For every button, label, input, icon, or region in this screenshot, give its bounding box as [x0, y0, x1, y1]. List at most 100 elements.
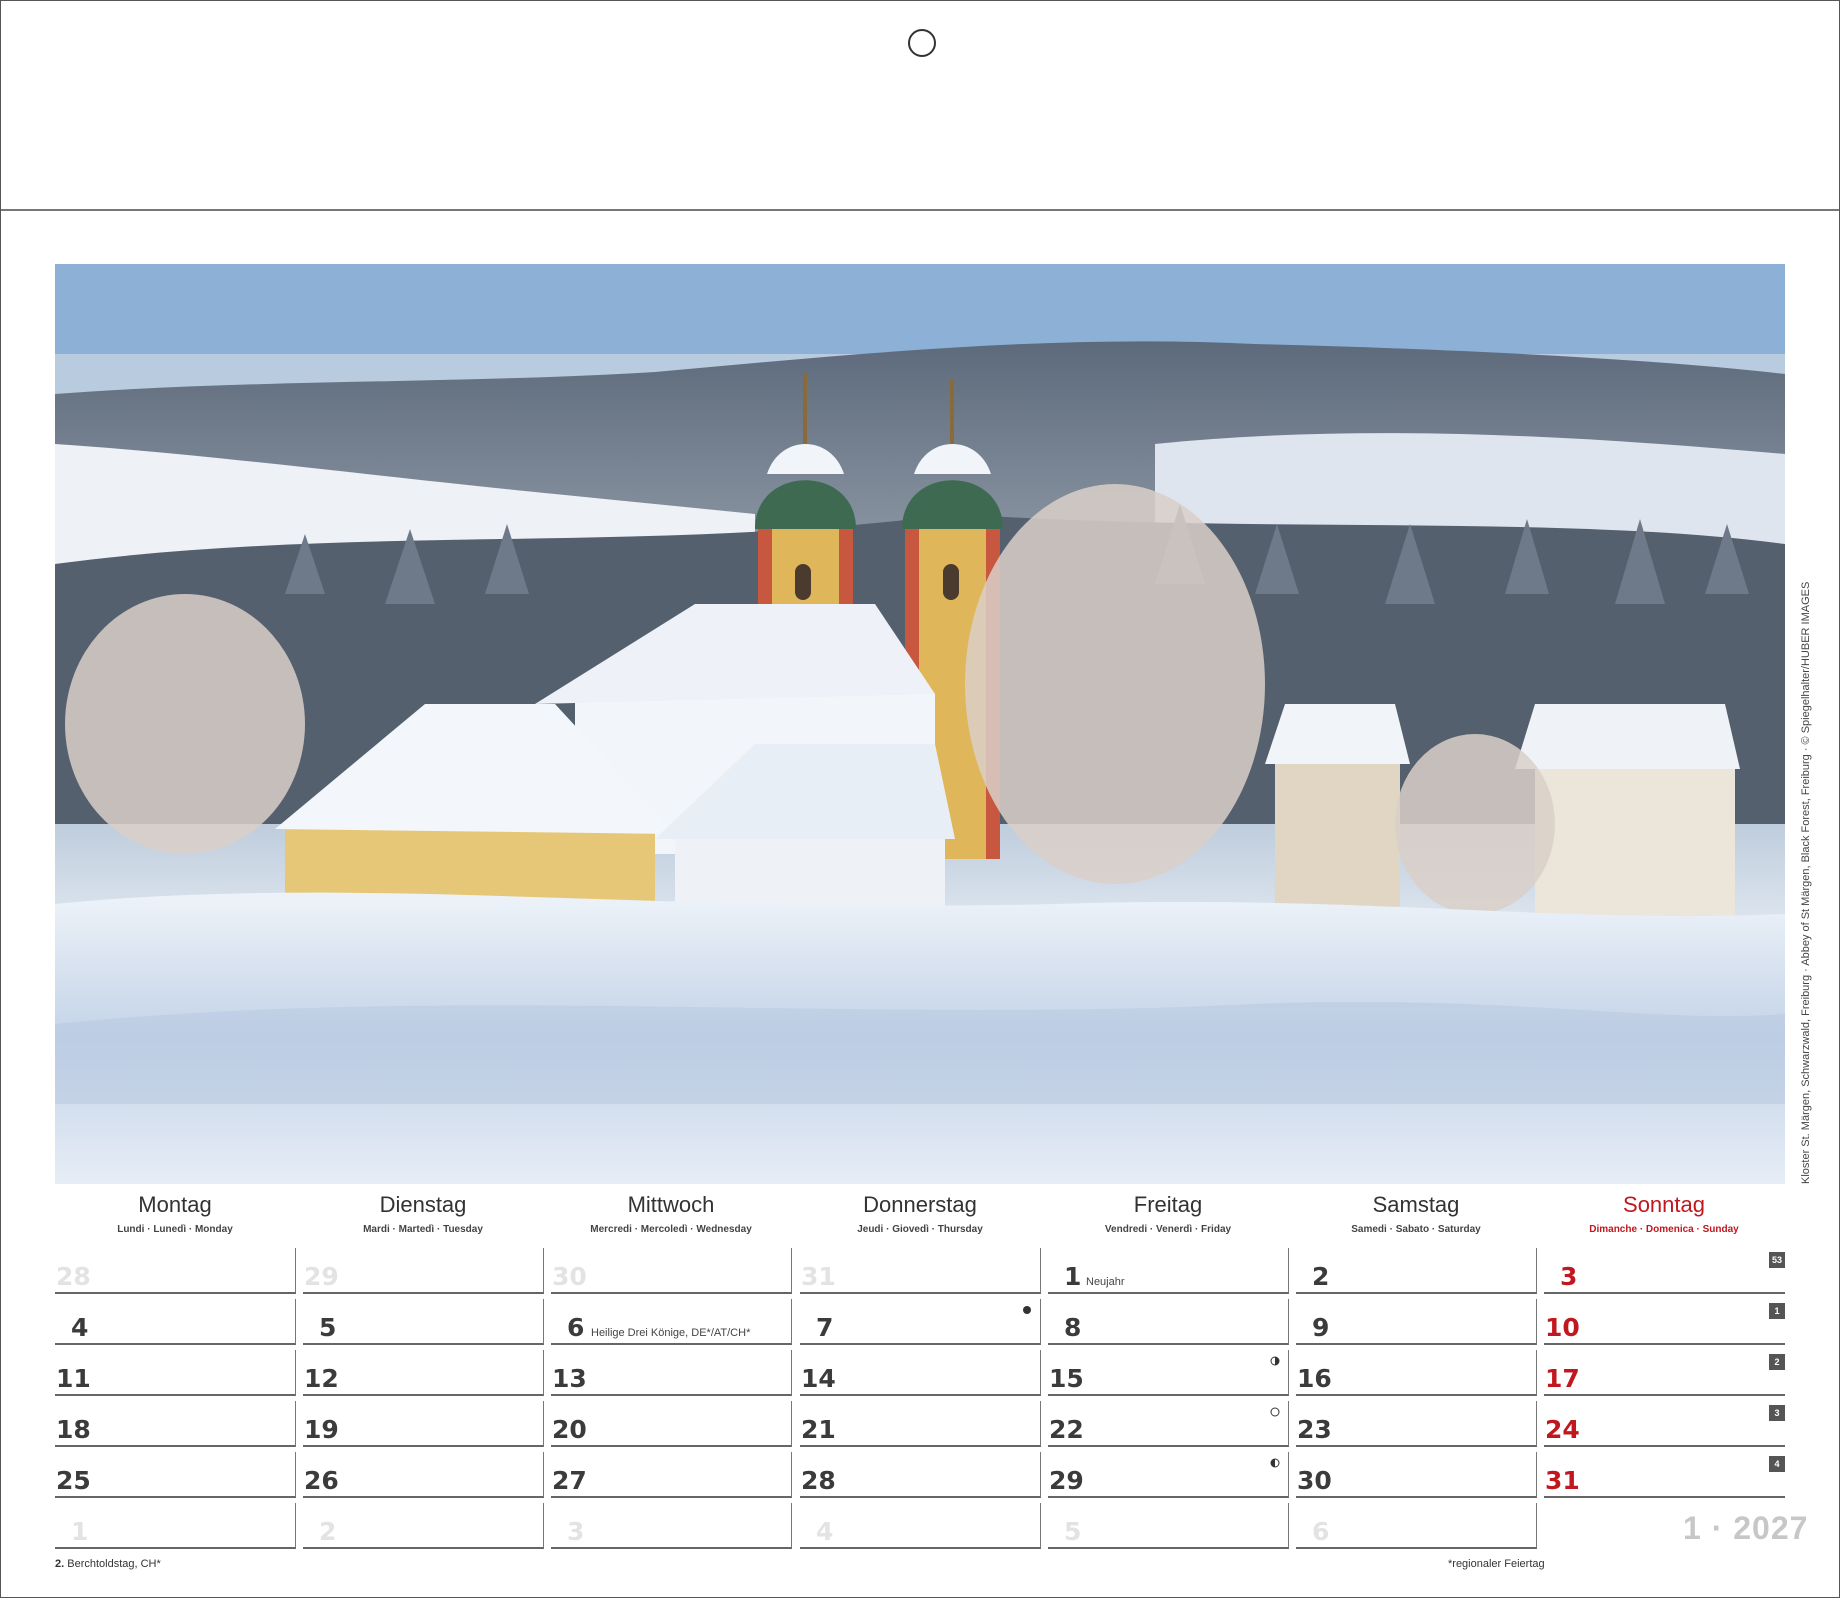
day-number: 2	[1312, 1262, 1330, 1291]
footnote-left: 2. Berchtoldstag, CH*	[55, 1558, 161, 1570]
footnote-right: *regionaler Feiertag	[1448, 1558, 1545, 1570]
day-number: 8	[1064, 1313, 1082, 1342]
weekday-name: Freitag	[1133, 1192, 1203, 1217]
day-cell: 29	[1048, 1452, 1289, 1498]
weekday-monday: Montag Lundi · Lunedì · Monday	[55, 1192, 295, 1235]
day-cell: 19	[303, 1401, 544, 1447]
weekday-translations: Dimanche · Domenica · Sunday	[1589, 1224, 1739, 1235]
day-cell: 4	[55, 1299, 296, 1345]
day-number: 12	[304, 1364, 339, 1393]
day-cell: 18	[55, 1401, 296, 1447]
landscape-photo	[55, 264, 1785, 1184]
day-number: 1	[1064, 1262, 1082, 1291]
weekday-translations: Jeudi · Giovedì · Thursday	[857, 1224, 983, 1235]
weekday-translations: Vendredi · Venerdì · Friday	[1104, 1224, 1232, 1235]
first-quarter-icon	[1270, 1356, 1280, 1366]
day-number: 4	[816, 1517, 834, 1546]
weekday-name: Mittwoch	[627, 1192, 715, 1217]
day-cell: 2	[1296, 1248, 1537, 1294]
holiday-note: Neujahr	[1086, 1276, 1125, 1288]
day-number: 18	[56, 1415, 91, 1444]
day-cell: 24 3	[1544, 1401, 1785, 1447]
day-number: 10	[1545, 1313, 1580, 1342]
day-cell: 25	[55, 1452, 296, 1498]
day-number: 30	[1297, 1466, 1332, 1495]
day-cell: 17 2	[1544, 1350, 1785, 1396]
day-number: 22	[1049, 1415, 1084, 1444]
day-cell: 9	[1296, 1299, 1537, 1345]
day-cell: 30	[1296, 1452, 1537, 1498]
day-cell: 6 Heilige Drei Könige, DE*/AT/CH*	[551, 1299, 792, 1345]
day-number: 2	[319, 1517, 337, 1546]
weekday-friday: Freitag Vendredi · Venerdì · Friday	[1048, 1192, 1288, 1235]
weekday-tuesday: Dienstag Mardi · Martedì · Tuesday	[303, 1192, 543, 1235]
day-number: 5	[319, 1313, 337, 1342]
day-number: 6	[1312, 1517, 1330, 1546]
day-number: 1	[71, 1517, 89, 1546]
day-cell: 14	[800, 1350, 1041, 1396]
month-year-label: 1 · 2027	[1683, 1510, 1809, 1546]
weekday-translations: Samedi · Sabato · Saturday	[1351, 1224, 1481, 1235]
day-cell: 20	[551, 1401, 792, 1447]
day-number: 28	[56, 1262, 91, 1291]
day-cell: 21	[800, 1401, 1041, 1447]
day-cell: 6	[1296, 1503, 1537, 1549]
weekday-name: Sonntag	[1623, 1192, 1705, 1217]
day-cell: 13	[551, 1350, 792, 1396]
day-cell: 7	[800, 1299, 1041, 1345]
day-number: 23	[1297, 1415, 1332, 1444]
weekday-translations: Mardi · Martedì · Tuesday	[363, 1224, 483, 1235]
week-number-badge: 4	[1769, 1456, 1785, 1472]
day-number: 31	[801, 1262, 836, 1291]
day-cell: 11	[55, 1350, 296, 1396]
last-quarter-icon	[1270, 1458, 1280, 1468]
hanging-hole	[908, 29, 936, 57]
day-cell: 31	[800, 1248, 1041, 1294]
week-number-badge: 1	[1769, 1303, 1785, 1319]
day-number: 29	[1049, 1466, 1084, 1495]
day-number: 24	[1545, 1415, 1580, 1444]
day-cell: 8	[1048, 1299, 1289, 1345]
day-cell: 5	[1048, 1503, 1289, 1549]
day-cell: 2	[303, 1503, 544, 1549]
footnote-date: 2.	[55, 1558, 65, 1570]
day-cell: 26	[303, 1452, 544, 1498]
day-cell: 5	[303, 1299, 544, 1345]
winter-abbey-illustration	[55, 264, 1785, 1184]
day-number: 5	[1064, 1517, 1082, 1546]
day-number: 14	[801, 1364, 836, 1393]
weekday-name: Montag	[138, 1192, 212, 1217]
week-number-badge: 2	[1769, 1354, 1785, 1370]
weekday-name: Dienstag	[379, 1192, 467, 1217]
weekday-name: Donnerstag	[863, 1192, 977, 1217]
day-cell: 29	[303, 1248, 544, 1294]
day-number: 17	[1545, 1364, 1580, 1393]
day-number: 28	[801, 1466, 836, 1495]
day-cell: 4	[800, 1503, 1041, 1549]
day-cell: 30	[551, 1248, 792, 1294]
day-number: 13	[552, 1364, 587, 1393]
weekday-name: Samstag	[1372, 1192, 1460, 1217]
day-number: 16	[1297, 1364, 1332, 1393]
weekday-translations: Lundi · Lunedì · Monday	[117, 1224, 233, 1235]
weekday-header: Montag Lundi · Lunedì · Monday Dienstag …	[55, 1192, 1785, 1242]
day-cell: 22	[1048, 1401, 1289, 1447]
day-cell: 16	[1296, 1350, 1537, 1396]
day-number: 15	[1049, 1364, 1084, 1393]
day-number: 30	[552, 1262, 587, 1291]
day-number: 11	[56, 1364, 91, 1393]
day-cell: 23	[1296, 1401, 1537, 1447]
day-number: 27	[552, 1466, 587, 1495]
holiday-note: Heilige Drei Könige, DE*/AT/CH*	[591, 1327, 751, 1339]
day-number: 4	[71, 1313, 89, 1342]
day-cell: 31 4	[1544, 1452, 1785, 1498]
day-cell: 28	[55, 1248, 296, 1294]
footnote-text: Berchtoldstag, CH*	[64, 1558, 161, 1570]
day-number: 9	[1312, 1313, 1330, 1342]
day-number: 3	[567, 1517, 585, 1546]
day-cell: 3 53	[1544, 1248, 1785, 1294]
day-number: 19	[304, 1415, 339, 1444]
day-cell: 1 Neujahr	[1048, 1248, 1289, 1294]
weekday-translations: Mercredi · Mercoledì · Wednesday	[590, 1224, 752, 1235]
week-number-badge: 53	[1769, 1252, 1785, 1268]
